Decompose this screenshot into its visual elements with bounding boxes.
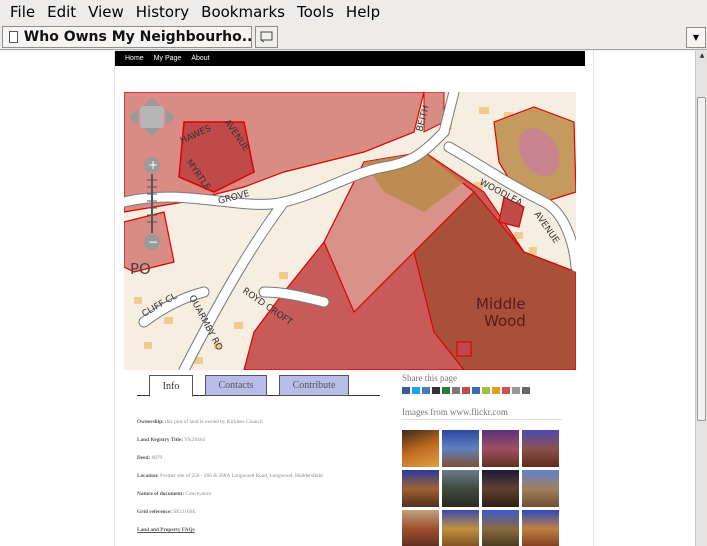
google-icon[interactable]: [462, 387, 470, 394]
scroll-up-icon[interactable]: ▲: [697, 51, 707, 61]
digg-icon[interactable]: [432, 387, 440, 394]
tab-contacts[interactable]: Contacts: [205, 375, 267, 396]
deed-label: Deed:: [137, 455, 151, 461]
site-nav: Home My Page About: [115, 51, 585, 66]
menubar: File Edit View History Bookmarks Tools H…: [0, 0, 707, 25]
flickr-thumb[interactable]: [482, 510, 519, 546]
share-panel: Share this page: [402, 373, 562, 394]
menu-view[interactable]: View: [82, 0, 130, 25]
nature-label: Nature of document:: [137, 491, 184, 497]
menu-history[interactable]: History: [130, 0, 195, 25]
flickr-thumb[interactable]: [402, 470, 439, 507]
page-viewport: Home My Page About HAWES AVENUE MYRTLE G…: [0, 51, 695, 546]
vertical-scrollbar[interactable]: ▲: [695, 51, 707, 546]
menu-tools[interactable]: Tools: [291, 0, 340, 25]
flickr-thumb[interactable]: [522, 430, 559, 467]
location-value: Former site of 256 - 266 & 268A Longwood…: [160, 473, 323, 479]
tab-list-button[interactable]: ▼: [686, 27, 706, 48]
ownership-map[interactable]: HAWES AVENUE MYRTLE GROVE WOODLEA AVENUE…: [124, 92, 576, 370]
deed-value: 6879: [151, 455, 163, 461]
flickr-title: Images from www.flickr.com: [402, 407, 562, 420]
svg-text:−: −: [148, 235, 158, 249]
nav-about[interactable]: About: [191, 55, 209, 62]
ownership-row: Ownership: this plot of land is owned by…: [137, 419, 263, 425]
nature-row: Nature of document: Conveyance: [137, 491, 212, 497]
myspace-icon[interactable]: [472, 387, 480, 394]
title-row: Land Registry Title: YK20464: [137, 437, 205, 443]
page-icon: [9, 31, 18, 43]
menu-file[interactable]: File: [4, 0, 41, 25]
new-tab-icon: [260, 31, 272, 43]
twitter-icon[interactable]: [412, 387, 420, 394]
tab-info[interactable]: Info: [149, 375, 193, 397]
web-page: Home My Page About HAWES AVENUE MYRTLE G…: [114, 51, 594, 546]
location-row: Location: Former site of 256 - 266 & 268…: [137, 473, 323, 479]
flickr-thumb[interactable]: [442, 510, 479, 546]
menu-bookmarks[interactable]: Bookmarks: [195, 0, 291, 25]
grid-label: Grid reference:: [137, 509, 172, 515]
menu-help[interactable]: Help: [340, 0, 386, 25]
flickr-thumb[interactable]: [402, 430, 439, 467]
email-icon[interactable]: [512, 387, 520, 394]
bookmark-icon[interactable]: [482, 387, 490, 394]
nav-my-page[interactable]: My Page: [154, 55, 182, 62]
ownership-value: this plot of land is owned by Kirklees C…: [165, 419, 263, 425]
browser-window: File Edit View History Bookmarks Tools H…: [0, 0, 707, 546]
info-tabs: Info Contacts Contribute: [137, 372, 380, 397]
label-middle: Middle: [476, 295, 526, 313]
deed-row: Deed: 6879: [137, 455, 162, 461]
flickr-thumb[interactable]: [402, 510, 439, 546]
reddit-icon[interactable]: [452, 387, 460, 394]
delicious-icon[interactable]: [422, 387, 430, 394]
label-wood: Wood: [484, 312, 526, 330]
title-label: Land Registry Title:: [137, 437, 184, 443]
tab-bar: Who Owns My Neighbourho... ▼: [0, 25, 707, 50]
grid-value: SE1116SE: [173, 509, 196, 515]
tab-contribute[interactable]: Contribute: [279, 375, 349, 396]
flickr-thumb[interactable]: [482, 430, 519, 467]
stumble-icon[interactable]: [442, 387, 450, 394]
star-icon[interactable]: [492, 387, 500, 394]
print-icon[interactable]: [522, 387, 530, 394]
flickr-thumb[interactable]: [442, 470, 479, 507]
svg-text:+: +: [148, 158, 158, 172]
menu-edit[interactable]: Edit: [41, 0, 82, 25]
faq-row: Land and Property FAQs: [137, 527, 195, 533]
share-title: Share this page: [402, 373, 457, 383]
faq-link[interactable]: Land and Property FAQs: [137, 527, 195, 533]
browser-tab[interactable]: Who Owns My Neighbourho...: [2, 26, 252, 48]
nav-home[interactable]: Home: [125, 55, 144, 62]
flickr-thumb[interactable]: [522, 510, 559, 546]
scroll-thumb[interactable]: [697, 97, 706, 421]
tab-title: Who Owns My Neighbourho...: [23, 29, 251, 45]
location-label: Location:: [137, 473, 159, 479]
title-value: YK20464: [184, 437, 206, 443]
flickr-thumb[interactable]: [442, 430, 479, 467]
ownership-label: Ownership:: [137, 419, 164, 425]
label-po: PO: [130, 260, 151, 278]
share-more-icon[interactable]: [502, 387, 510, 394]
flickr-thumb[interactable]: [482, 470, 519, 507]
facebook-icon[interactable]: [402, 387, 410, 394]
chevron-down-icon: ▼: [692, 33, 700, 42]
new-tab-button[interactable]: [255, 26, 278, 48]
share-icons: [402, 387, 562, 394]
flickr-thumb[interactable]: [522, 470, 559, 507]
nature-value: Conveyance: [185, 491, 212, 497]
grid-row: Grid reference: SE1116SE: [137, 509, 196, 515]
